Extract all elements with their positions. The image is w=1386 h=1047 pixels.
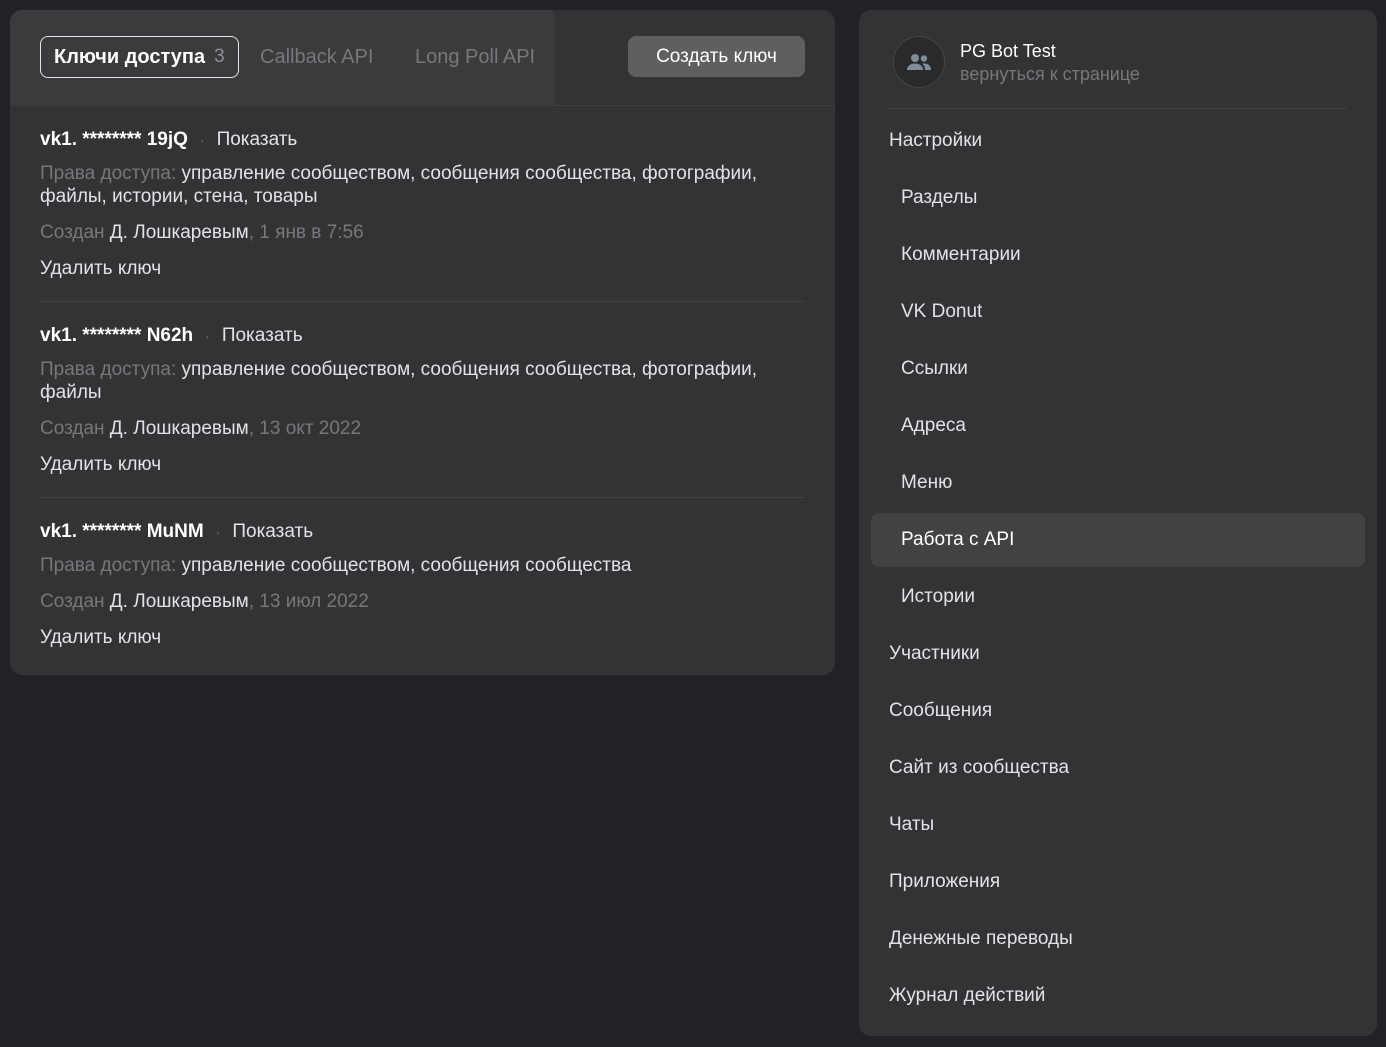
back-to-page-link[interactable]: вернуться к странице: [960, 62, 1140, 86]
separator-dot: ·: [215, 524, 221, 540]
sidebar-item[interactable]: Адреса: [871, 399, 1365, 453]
show-key-link[interactable]: Показать: [232, 520, 313, 544]
sidebar-item[interactable]: Настройки: [871, 114, 1365, 168]
settings-sidebar: PG Bot Test вернуться к странице Настрой…: [859, 10, 1377, 1036]
key-date: , 13 июл 2022: [248, 591, 369, 612]
group-name: PG Bot Test: [960, 41, 1056, 61]
key-rights: Права доступа: управление сообществом, с…: [40, 554, 800, 577]
sidebar-item[interactable]: Истории: [871, 570, 1365, 624]
tab-access-keys-label: Ключи доступа: [54, 45, 206, 68]
key-created: Создан Д. Лошкаревым, 13 июл 2022: [40, 590, 805, 614]
sidebar-menu: Настройки Разделы Комментарии VK Donut Ссылк…: [871, 114, 1365, 1026]
key-item: vk1. ******** MuNM · Показать Права дост…: [40, 498, 805, 670]
key-author[interactable]: Д. Лошкаревым: [110, 591, 249, 612]
key-created: Создан Д. Лошкаревым, 1 янв в 7:56: [40, 221, 805, 245]
sidebar-item[interactable]: Сайт из сообщества: [871, 741, 1365, 795]
tab-long-poll-api[interactable]: Long Poll API: [415, 36, 535, 78]
rights-label: Права доступа:: [40, 555, 177, 576]
created-label: Создан: [40, 222, 105, 243]
delete-key-link[interactable]: Удалить ключ: [40, 257, 161, 281]
rights-value: управление сообществом, сообщения сообще…: [181, 555, 632, 576]
keys-list: vk1. ******** 19jQ · Показать Права дост…: [10, 106, 835, 670]
key-name: vk1. ******** N62h: [40, 325, 194, 346]
sidebar-item[interactable]: Денежные переводы: [871, 912, 1365, 966]
key-author[interactable]: Д. Лошкаревым: [110, 222, 249, 243]
rights-label: Права доступа:: [40, 163, 177, 184]
avatar[interactable]: [893, 36, 945, 88]
key-name: vk1. ******** MuNM: [40, 521, 204, 542]
create-key-button[interactable]: Создать ключ: [628, 36, 805, 77]
sidebar-header: PG Bot Test вернуться к странице: [889, 26, 1347, 109]
sidebar-item[interactable]: Работа с API: [871, 513, 1365, 567]
key-author[interactable]: Д. Лошкаревым: [110, 418, 249, 439]
sidebar-item[interactable]: Ссылки: [871, 342, 1365, 396]
delete-key-link[interactable]: Удалить ключ: [40, 453, 161, 477]
sidebar-item[interactable]: Участники: [871, 627, 1365, 681]
key-item: vk1. ******** 19jQ · Показать Права дост…: [40, 106, 805, 302]
key-date: , 13 окт 2022: [248, 418, 362, 439]
users-icon: [907, 54, 931, 70]
sidebar-item[interactable]: Сообщения: [871, 684, 1365, 738]
api-keys-panel: Ключи доступа 3 Callback API Long Poll A…: [10, 10, 835, 675]
created-label: Создан: [40, 418, 105, 439]
key-name: vk1. ******** 19jQ: [40, 129, 188, 150]
sidebar-item[interactable]: VK Donut: [871, 285, 1365, 339]
tabs-bar: Ключи доступа 3 Callback API Long Poll A…: [10, 10, 835, 106]
show-key-link[interactable]: Показать: [217, 128, 298, 152]
sidebar-item[interactable]: Журнал действий: [871, 969, 1365, 1023]
show-key-link[interactable]: Показать: [222, 324, 303, 348]
key-item: vk1. ******** N62h · Показать Права дост…: [40, 302, 805, 498]
tab-access-keys-count: 3: [214, 46, 225, 67]
separator-dot: ·: [199, 132, 205, 148]
created-label: Создан: [40, 591, 105, 612]
rights-label: Права доступа:: [40, 359, 177, 380]
sidebar-item[interactable]: Приложения: [871, 855, 1365, 909]
tab-access-keys[interactable]: Ключи доступа 3: [40, 36, 239, 78]
key-created: Создан Д. Лошкаревым, 13 окт 2022: [40, 417, 805, 441]
sidebar-item[interactable]: Чаты: [871, 798, 1365, 852]
tab-callback-api[interactable]: Callback API: [260, 36, 373, 78]
sidebar-item[interactable]: Меню: [871, 456, 1365, 510]
key-date: , 1 янв в 7:56: [248, 222, 364, 243]
sidebar-item[interactable]: Комментарии: [871, 228, 1365, 282]
key-rights: Права доступа: управление сообществом, с…: [40, 358, 800, 404]
key-rights: Права доступа: управление сообществом, с…: [40, 162, 800, 208]
separator-dot: ·: [205, 328, 210, 344]
delete-key-link[interactable]: Удалить ключ: [40, 626, 161, 650]
sidebar-item[interactable]: Разделы: [871, 171, 1365, 225]
